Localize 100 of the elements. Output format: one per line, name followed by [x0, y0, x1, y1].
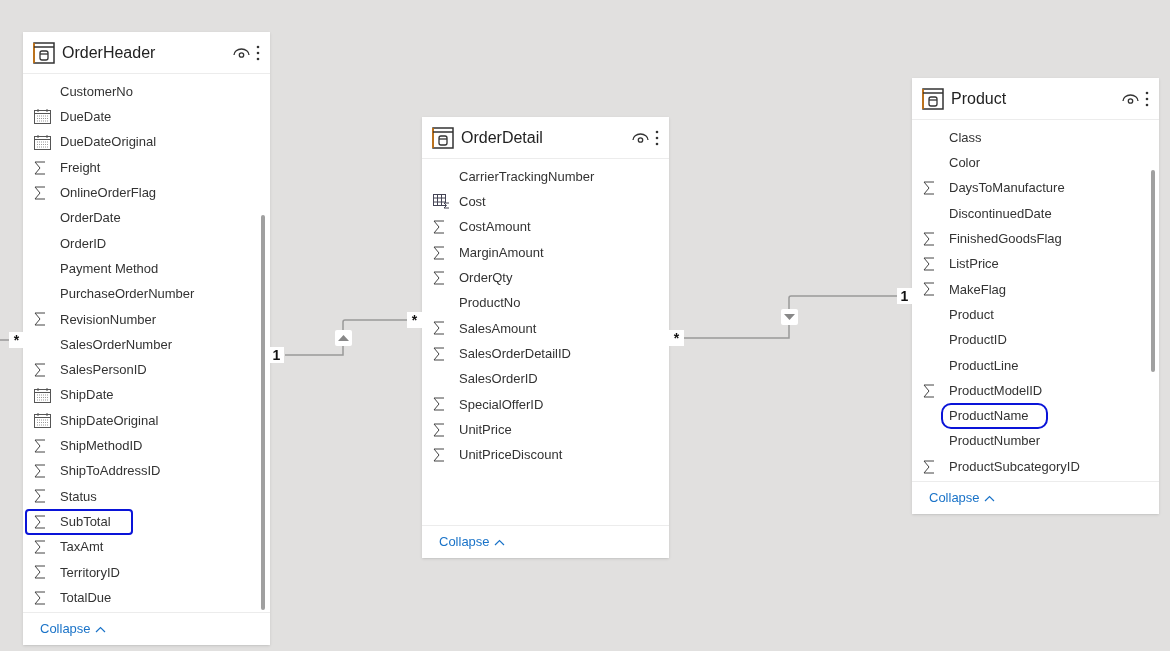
cardinality-label: *	[9, 332, 24, 348]
eye-icon[interactable]	[233, 46, 250, 59]
cardinality-label: 1	[897, 288, 912, 304]
field-name[interactable]: Product	[949, 304, 994, 325]
sigma-icon	[34, 185, 46, 200]
sigma-icon	[923, 383, 935, 398]
sigma-icon	[34, 590, 46, 605]
field-name[interactable]: SalesOrderNumber	[60, 334, 172, 355]
sigma-icon	[433, 270, 445, 285]
field-name[interactable]: OrderID	[60, 233, 107, 254]
more-options-icon[interactable]	[256, 44, 260, 61]
field-name[interactable]: ShipToAddressID	[60, 461, 161, 481]
field-name[interactable]: SalesOrderDetailID	[459, 343, 571, 364]
field-name[interactable]: CustomerNo	[60, 81, 133, 102]
field-name[interactable]: Color	[949, 153, 981, 173]
field-name[interactable]: TerritoryID	[60, 562, 120, 583]
table-card[interactable]	[23, 32, 270, 645]
sigma-icon	[433, 422, 445, 437]
cardinality-label: *	[407, 312, 422, 328]
field-name[interactable]: ProductID	[949, 330, 1007, 350]
calendar-icon	[34, 413, 51, 428]
field-name[interactable]: ShipMethodID	[60, 436, 143, 456]
collapse-link[interactable]: Collapse	[40, 619, 106, 639]
field-name[interactable]: UnitPrice	[459, 419, 512, 440]
field-name[interactable]: ProductName	[949, 406, 1029, 426]
table-icon	[432, 126, 454, 149]
field-name[interactable]: CarrierTrackingNumber	[459, 166, 595, 187]
field-name[interactable]: Status	[60, 486, 97, 507]
field-name[interactable]: ProductModelID	[949, 380, 1043, 401]
field-name[interactable]: ListPrice	[949, 254, 999, 274]
field-name[interactable]: Cost	[459, 192, 486, 212]
field-name[interactable]: DiscontinuedDate	[949, 203, 1052, 224]
field-name[interactable]: Payment Method	[60, 258, 159, 279]
field-name[interactable]: Class	[949, 127, 982, 148]
field-name[interactable]: ProductSubcategoryID	[949, 456, 1080, 477]
sigma-icon	[34, 362, 46, 377]
field-name[interactable]: MarginAmount	[459, 242, 544, 263]
field-name[interactable]: TaxAmt	[60, 537, 104, 557]
chevron-up-icon	[493, 538, 505, 546]
table-card[interactable]: Product Class Color DaysToManufacture DiscontinuedDate FinishedGoodsFlag ListPrice MakeFlag Product ProductID ProductLine ProductModelID ProductName ProductNumber ProductSubcategoryID Collapse	[912, 78, 1159, 514]
calendar-icon	[34, 387, 51, 403]
sigma-icon	[34, 438, 46, 453]
field-name[interactable]: Freight	[60, 157, 101, 178]
sigma-icon	[433, 346, 445, 361]
scrollbar[interactable]	[261, 215, 265, 610]
more-options-icon[interactable]	[1145, 90, 1149, 107]
field-name[interactable]: OrderQty	[459, 268, 513, 288]
field-name[interactable]: DueDateOriginal	[60, 132, 157, 152]
field-name[interactable]: SalesAmount	[459, 318, 537, 339]
eye-icon[interactable]	[632, 131, 649, 144]
sigma-icon	[34, 312, 46, 327]
collapse-link[interactable]: Collapse	[439, 532, 505, 552]
field-name[interactable]: SubTotal	[60, 511, 111, 532]
sigma-icon	[923, 181, 935, 196]
field-name[interactable]: DueDate	[60, 107, 112, 127]
more-options-icon[interactable]	[655, 129, 659, 146]
table-icon	[33, 41, 55, 64]
field-name[interactable]: CostAmount	[459, 217, 531, 237]
sigma-icon	[923, 231, 935, 246]
field-name[interactable]: ProductNumber	[949, 431, 1041, 451]
collapse-link[interactable]: Collapse	[929, 488, 995, 508]
cardinality-label: *	[669, 330, 684, 346]
field-name[interactable]: OnlineOrderFlag	[60, 183, 157, 203]
sigma-icon	[433, 321, 445, 336]
sigma-icon	[433, 397, 445, 412]
sigma-icon	[34, 464, 46, 479]
cardinality-label: 1	[269, 347, 284, 363]
field-name[interactable]: ShipDateOriginal	[60, 410, 159, 431]
field-name[interactable]: FinishedGoodsFlag	[949, 229, 1062, 249]
field-name[interactable]: ProductNo	[459, 293, 521, 313]
eye-icon[interactable]	[1122, 92, 1139, 105]
field-name[interactable]: TotalDue	[60, 587, 112, 608]
field-name[interactable]: PurchaseOrderNumber	[60, 284, 195, 304]
field-name[interactable]: ProductLine	[949, 355, 1019, 376]
sigma-icon	[433, 220, 445, 235]
sigma-icon	[34, 565, 46, 580]
field-name[interactable]: SalesOrderID	[459, 369, 538, 389]
field-name[interactable]: ShipDate	[60, 385, 114, 405]
field-name[interactable]: RevisionNumber	[60, 309, 157, 330]
table-sigma-icon	[433, 194, 450, 210]
calendar-icon	[34, 109, 51, 125]
sigma-icon	[34, 540, 46, 554]
field-name[interactable]: UnitPriceDiscount	[459, 445, 563, 465]
sigma-icon	[433, 447, 445, 462]
table-title: OrderHeader	[62, 42, 157, 63]
sigma-icon	[923, 257, 935, 272]
table-icon	[922, 87, 944, 110]
sigma-icon	[34, 489, 46, 504]
chevron-up-icon	[983, 494, 995, 502]
field-name[interactable]: DaysToManufacture	[949, 178, 1065, 198]
field-name[interactable]: SalesPersonID	[60, 360, 147, 380]
table-title: OrderDetail	[461, 127, 544, 148]
field-name[interactable]: OrderDate	[60, 208, 121, 228]
chevron-up-icon	[94, 625, 106, 633]
field-name[interactable]: SpecialOfferID	[459, 394, 544, 415]
sigma-icon	[923, 459, 935, 474]
field-name[interactable]: MakeFlag	[949, 279, 1007, 300]
table-card[interactable]: OrderDetail CarrierTrackingNumber Cost CostAmount MarginAmount OrderQty ProductNo SalesAmount SalesOrderDetailID SalesOrderID SpecialOfferID UnitPrice UnitPriceDiscount Collapse	[422, 117, 669, 558]
sigma-icon	[34, 514, 46, 529]
scrollbar[interactable]	[1151, 170, 1155, 372]
